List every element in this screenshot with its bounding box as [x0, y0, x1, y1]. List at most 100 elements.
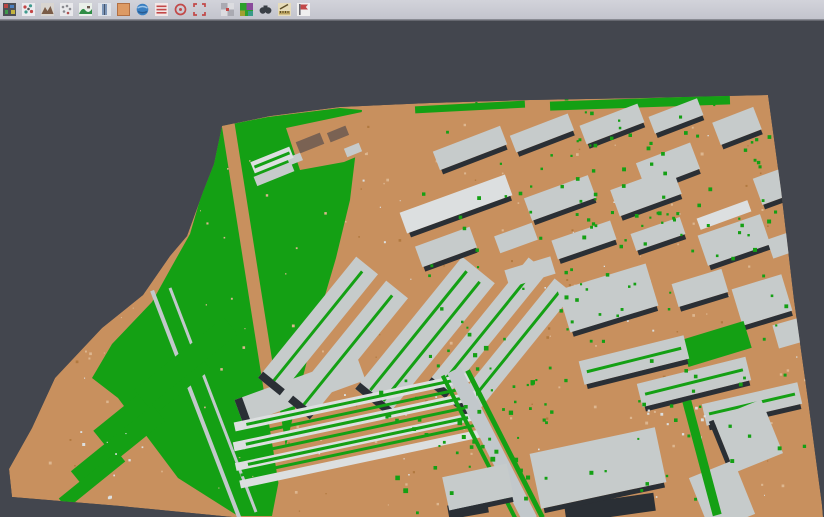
measure-tools-button[interactable] — [276, 2, 293, 18]
forest-clearings — [243, 346, 246, 349]
ground-speckle-light — [762, 209, 764, 211]
tree-speckle — [481, 445, 485, 449]
tree-speckle — [590, 112, 594, 116]
ground-speckle-dark — [475, 180, 476, 181]
ground-speckle-white — [95, 227, 97, 229]
tree-speckle — [428, 274, 431, 277]
tin-mountain-icon — [40, 2, 55, 17]
ground-speckle-light — [502, 173, 504, 175]
checker-grid-button[interactable] — [219, 2, 236, 18]
tree-speckle — [484, 346, 489, 351]
ground-speckle-light — [64, 134, 65, 135]
tree-speckle — [731, 257, 735, 261]
cottage-row — [682, 433, 684, 435]
forest-clearings — [345, 221, 347, 223]
debris-white — [82, 443, 85, 446]
tree-speckle — [794, 220, 797, 223]
ground-speckle-light — [133, 308, 134, 309]
ground-speckle-light — [693, 223, 695, 225]
toolbar-divider — [0, 19, 824, 22]
ground-speckle-light — [85, 351, 87, 353]
tree-speckle — [768, 135, 772, 139]
gray-points-button[interactable] — [58, 2, 75, 18]
ground-speckle-white — [72, 186, 73, 187]
ground-speckle-light — [115, 198, 116, 199]
ground-speckle-light — [706, 313, 707, 314]
ground-speckle-white — [544, 287, 546, 289]
tree-speckle — [767, 220, 771, 224]
ground-speckle-dark — [569, 284, 571, 286]
ground-speckle-dark — [443, 265, 445, 267]
ground-speckle-dark — [546, 336, 549, 339]
ground-speckle-dark — [760, 173, 762, 175]
tree-speckle — [713, 104, 715, 106]
gray-points-icon — [59, 2, 74, 17]
tree-speckle — [796, 135, 799, 138]
ground-speckle-light — [67, 246, 68, 247]
orange-square-button[interactable] — [115, 2, 132, 18]
tree-speckle — [466, 327, 468, 329]
tree-speckle — [729, 425, 732, 428]
multicolor-grid-button[interactable] — [1, 2, 18, 18]
tree-speckle — [762, 199, 765, 202]
tree-speckle — [658, 211, 662, 215]
ground-speckle-light — [640, 256, 641, 257]
debris-white — [115, 453, 117, 455]
ground-speckle-dark — [810, 180, 812, 182]
tree-speckle — [587, 218, 590, 221]
ground-speckle-white — [380, 207, 381, 208]
tree-speckle — [782, 134, 786, 138]
ground-speckle-light — [464, 172, 466, 174]
ground-speckle-light — [809, 133, 811, 135]
ground-speckle-dark — [572, 229, 574, 231]
tree-speckle — [472, 440, 476, 444]
red-target-button[interactable] — [172, 2, 189, 18]
tree-speckle — [774, 211, 777, 214]
tree-speckle — [620, 245, 624, 249]
ground-speckle-dark — [299, 511, 300, 512]
ground-speckle-light — [783, 186, 785, 188]
colored-points-button[interactable] — [20, 2, 37, 18]
cottage-row — [660, 413, 663, 416]
tree-speckle — [673, 219, 676, 222]
ground-speckle-light — [558, 386, 560, 388]
tree-speckle — [415, 397, 418, 400]
tree-speckle — [585, 111, 587, 113]
tree-speckle — [579, 138, 582, 141]
red-extent-button[interactable] — [191, 2, 208, 18]
tree-speckle — [526, 476, 530, 480]
viewport-3d-scene[interactable] — [0, 0, 824, 517]
tree-speckle — [503, 338, 506, 341]
red-lines-button[interactable] — [153, 2, 170, 18]
tree-speckle — [577, 140, 579, 142]
globe-button[interactable] — [134, 2, 151, 18]
tree-speckle — [430, 264, 433, 267]
tree-speckle — [565, 97, 569, 101]
ground-speckle-dark — [358, 236, 360, 238]
tree-speckle — [622, 167, 626, 171]
tree-speckle — [621, 308, 624, 311]
cottage-row — [647, 413, 649, 415]
classification-map-button[interactable] — [238, 2, 255, 18]
tree-speckle — [590, 340, 593, 343]
tree-speckle — [550, 154, 553, 157]
ground-speckle-dark — [677, 331, 679, 333]
toolbar-separator — [210, 3, 217, 17]
binoculars-button[interactable] — [257, 2, 274, 18]
tree-speckle — [564, 379, 567, 382]
profile-bar-button[interactable] — [96, 2, 113, 18]
multicolor-grid-icon — [2, 2, 17, 17]
tree-speckle — [477, 196, 481, 200]
ground-speckle-light — [62, 138, 64, 140]
tree-speckle — [490, 368, 492, 370]
tree-speckle — [803, 445, 806, 448]
tree-speckle — [624, 239, 626, 241]
ground-speckle-dark — [376, 357, 377, 358]
red-flag-button[interactable] — [295, 2, 312, 18]
ground-speckle-dark — [399, 239, 402, 242]
terrain-green-button[interactable] — [77, 2, 94, 18]
tin-mountain-button[interactable] — [39, 2, 56, 18]
tree-speckle — [509, 411, 513, 415]
tree-speckle — [647, 147, 651, 151]
ground-speckle-light — [386, 179, 389, 182]
